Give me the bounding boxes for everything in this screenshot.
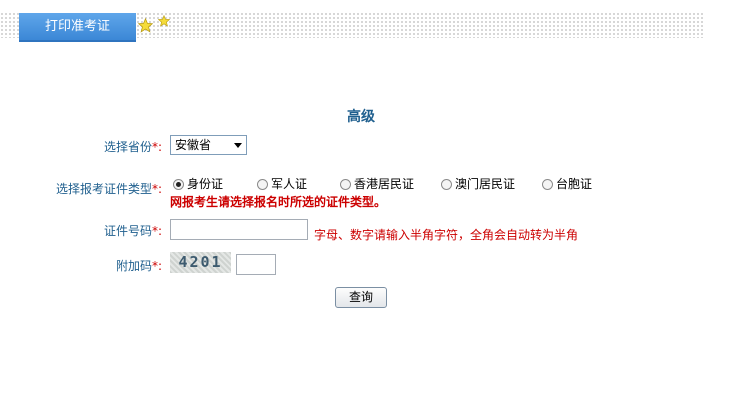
province-label: 选择省份*:	[103, 140, 162, 154]
star-icon	[158, 15, 170, 27]
province-select[interactable]: 安徽省	[170, 135, 247, 155]
radio-icon[interactable]	[340, 179, 351, 190]
id-type-label: 选择报考证件类型*:	[55, 182, 162, 196]
query-button[interactable]: 查询	[335, 287, 387, 308]
radio-taiwan-compatriot[interactable]: 台胞证	[542, 175, 592, 192]
chevron-down-icon	[234, 143, 242, 148]
radio-icon[interactable]	[542, 179, 553, 190]
captcha-input[interactable]	[236, 254, 276, 275]
radio-military-id[interactable]: 军人证	[257, 175, 307, 192]
captcha-label: 附加码*:	[115, 259, 162, 273]
radio-icon[interactable]	[257, 179, 268, 190]
id-number-hint: 字母、数字请输入半角字符，全角会自动转为半角	[314, 228, 579, 242]
tab-print-admission-ticket[interactable]: 打印准考证	[19, 13, 136, 42]
radio-id-card[interactable]: 身份证	[173, 175, 223, 192]
radio-hongkong-resident[interactable]: 香港居民证	[340, 175, 414, 192]
radio-checked-icon[interactable]	[173, 179, 184, 190]
radio-macau-resident[interactable]: 澳门居民证	[441, 175, 515, 192]
id-number-input[interactable]	[170, 219, 308, 240]
id-number-label: 证件号码*:	[103, 224, 162, 238]
id-type-warning: 网报考生请选择报名时所选的证件类型。	[170, 195, 387, 209]
radio-icon[interactable]	[441, 179, 452, 190]
page-title: 高级	[347, 109, 375, 125]
star-icon	[138, 18, 153, 33]
captcha-image[interactable]: 4201	[170, 252, 231, 273]
